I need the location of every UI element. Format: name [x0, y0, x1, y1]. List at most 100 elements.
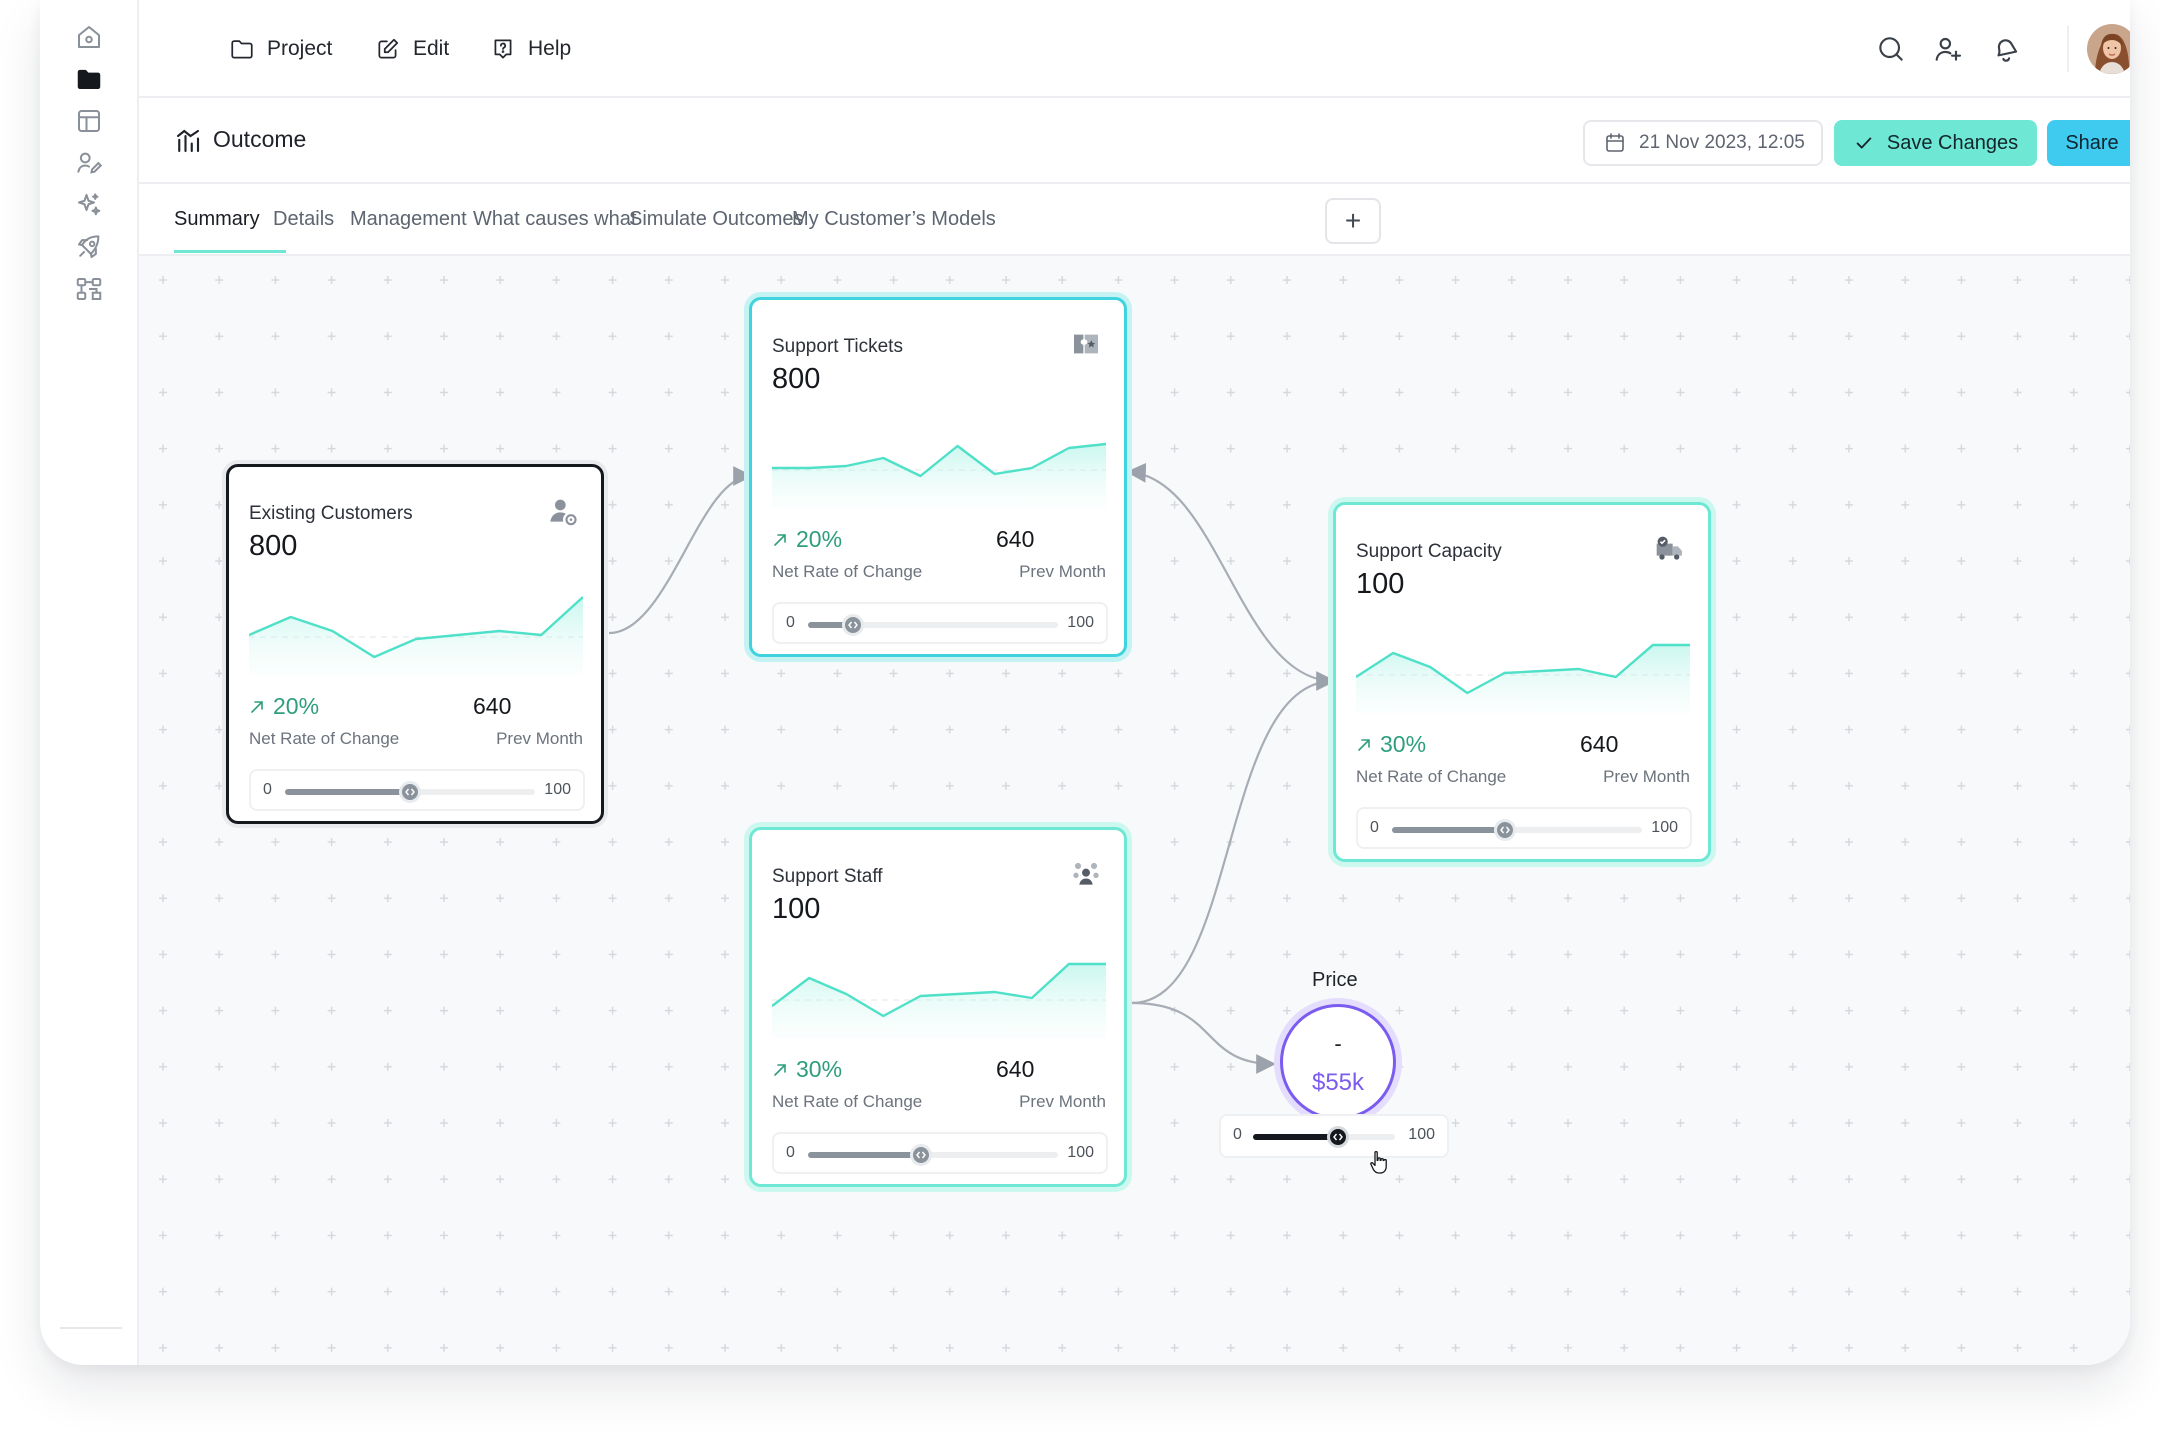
user-settings-icon [550, 499, 577, 526]
slider-max: 100 [544, 781, 571, 798]
menu-help[interactable]: Help [490, 32, 571, 66]
slider-track[interactable] [1392, 819, 1642, 841]
slider-track[interactable] [808, 1144, 1058, 1166]
value-slider: 0 100 [249, 769, 585, 811]
rate-value: 20% [796, 526, 843, 552]
model-canvas[interactable]: Existing Customers 800 20% Net Rate of C… [139, 256, 2130, 1365]
value-slider: 0 100 [772, 602, 1108, 644]
slider-handle[interactable] [399, 781, 421, 803]
price-value: $55k [1311, 1069, 1365, 1096]
slider-max: 100 [1651, 819, 1678, 836]
value-slider: 0 100 [772, 1132, 1108, 1174]
slider-handle[interactable] [1493, 819, 1516, 841]
slider-min: 0 [786, 614, 795, 631]
slider-max: 100 [1408, 1126, 1435, 1143]
search-icon[interactable] [1872, 30, 1910, 68]
share-button[interactable]: Share [2047, 120, 2130, 166]
sparkles-icon[interactable] [68, 184, 110, 226]
datetime-picker[interactable]: 21 Nov 2023, 12:05 [1583, 120, 1823, 166]
chart-area [249, 597, 583, 675]
slider-max: 100 [1067, 1144, 1094, 1161]
card-value: 100 [1356, 568, 1405, 600]
price-node-label: Price [1312, 969, 1358, 991]
prev-month-value: 640 [1580, 731, 1619, 757]
prev-month-value: 640 [996, 1056, 1035, 1082]
rate-value: 20% [273, 693, 320, 719]
slider-handle[interactable] [1327, 1126, 1350, 1148]
save-changes-button[interactable]: Save Changes [1834, 120, 2037, 166]
card-title: Existing Customers [249, 503, 413, 524]
card-title: Support Capacity [1356, 541, 1502, 562]
prev-month-label: Prev Month [1019, 562, 1106, 581]
slider-handle[interactable] [909, 1144, 932, 1166]
tab-what-causes-what[interactable]: What causes what [473, 208, 636, 231]
menu-help-label: Help [528, 37, 572, 60]
rate-label: Net Rate of Change [249, 729, 400, 748]
slider-fill [1253, 1134, 1339, 1140]
page-header: Outcome 21 Nov 2023, 12:05 Save Changes … [139, 98, 2130, 184]
bell-icon[interactable] [1987, 30, 2025, 68]
rate-label: Net Rate of Change [1356, 767, 1507, 786]
trend-chart [1356, 643, 1690, 713]
menu-project-label: Project [267, 37, 333, 60]
tab-bar: Summary Details Management What causes w… [139, 184, 2130, 256]
menu-project[interactable]: Project [229, 32, 332, 66]
truck-check-icon [1656, 536, 1682, 560]
tab-summary[interactable]: Summary [174, 208, 260, 231]
arrow-up-right-icon [774, 1063, 786, 1076]
user-edit-icon[interactable] [68, 142, 110, 184]
node-card-support-capacity[interactable]: Support Capacity 100 30% Net Rate of Cha… [1333, 502, 1711, 862]
node-card-existing-customers[interactable]: Existing Customers 800 20% Net Rate of C… [226, 464, 604, 824]
diagram-icon[interactable] [68, 268, 110, 310]
rate-of-change: 20% [772, 526, 842, 553]
price-node[interactable]: - $55k [1280, 1004, 1396, 1120]
value-slider: 0 100 [1356, 807, 1692, 849]
prev-month-value: 640 [473, 693, 512, 719]
slider-track[interactable] [1253, 1126, 1395, 1148]
card-title: Support Tickets [772, 336, 903, 357]
prev-month-label: Prev Month [1603, 767, 1690, 786]
help-icon [494, 39, 512, 59]
topbar-separator [2067, 26, 2069, 72]
arrow-up-right-icon [1358, 738, 1370, 751]
rate-of-change: 20% [249, 693, 319, 720]
sidebar [40, 0, 139, 1365]
folder-icon [231, 40, 253, 59]
page-title: Outcome [213, 126, 307, 152]
app-window: Project Edit Help Outcome 21 Nov 2023, 1… [40, 0, 2130, 1365]
layout-icon[interactable] [68, 100, 110, 142]
rocket-icon[interactable] [68, 226, 110, 268]
calendar-icon [1606, 133, 1624, 152]
tab-management[interactable]: Management [350, 208, 467, 231]
tab-details[interactable]: Details [273, 208, 334, 231]
save-changes-label: Save Changes [1886, 131, 2019, 154]
slider-min: 0 [786, 1144, 795, 1161]
edit-icon [378, 38, 399, 59]
card-value: 800 [772, 363, 821, 395]
trend-chart [249, 596, 583, 675]
datetime-value: 21 Nov 2023, 12:05 [1639, 132, 1805, 153]
add-tab-button[interactable]: + [1325, 198, 1381, 244]
rate-of-change: 30% [1356, 731, 1426, 758]
tab-my-customers-models[interactable]: My Customer’s Models [792, 208, 996, 231]
rate-value: 30% [796, 1056, 843, 1082]
menu-edit[interactable]: Edit [375, 32, 449, 66]
outcome-icon [176, 129, 200, 153]
add-user-icon[interactable] [1929, 30, 1967, 68]
slider-handle[interactable] [842, 614, 864, 636]
slider-fill [285, 789, 410, 795]
node-card-support-tickets[interactable]: Support Tickets 800 20% Net Rate of Chan… [749, 297, 1127, 657]
slider-track[interactable] [808, 614, 1058, 636]
home-icon[interactable] [68, 16, 110, 58]
check-icon [1856, 137, 1872, 149]
menu-edit-label: Edit [413, 37, 450, 60]
node-card-support-staff[interactable]: Support Staff 100 30% Net Rate of Change… [749, 827, 1127, 1187]
folder-icon[interactable] [68, 58, 110, 100]
avatar[interactable] [2087, 24, 2130, 74]
card-value: 100 [772, 893, 821, 925]
chart-area [772, 444, 1106, 508]
price-slider: 0 100 [1219, 1114, 1449, 1158]
slider-track[interactable] [285, 781, 535, 803]
card-value: 800 [249, 530, 298, 562]
tab-simulate-outcomes[interactable]: Simulate Outcomes [629, 208, 804, 231]
